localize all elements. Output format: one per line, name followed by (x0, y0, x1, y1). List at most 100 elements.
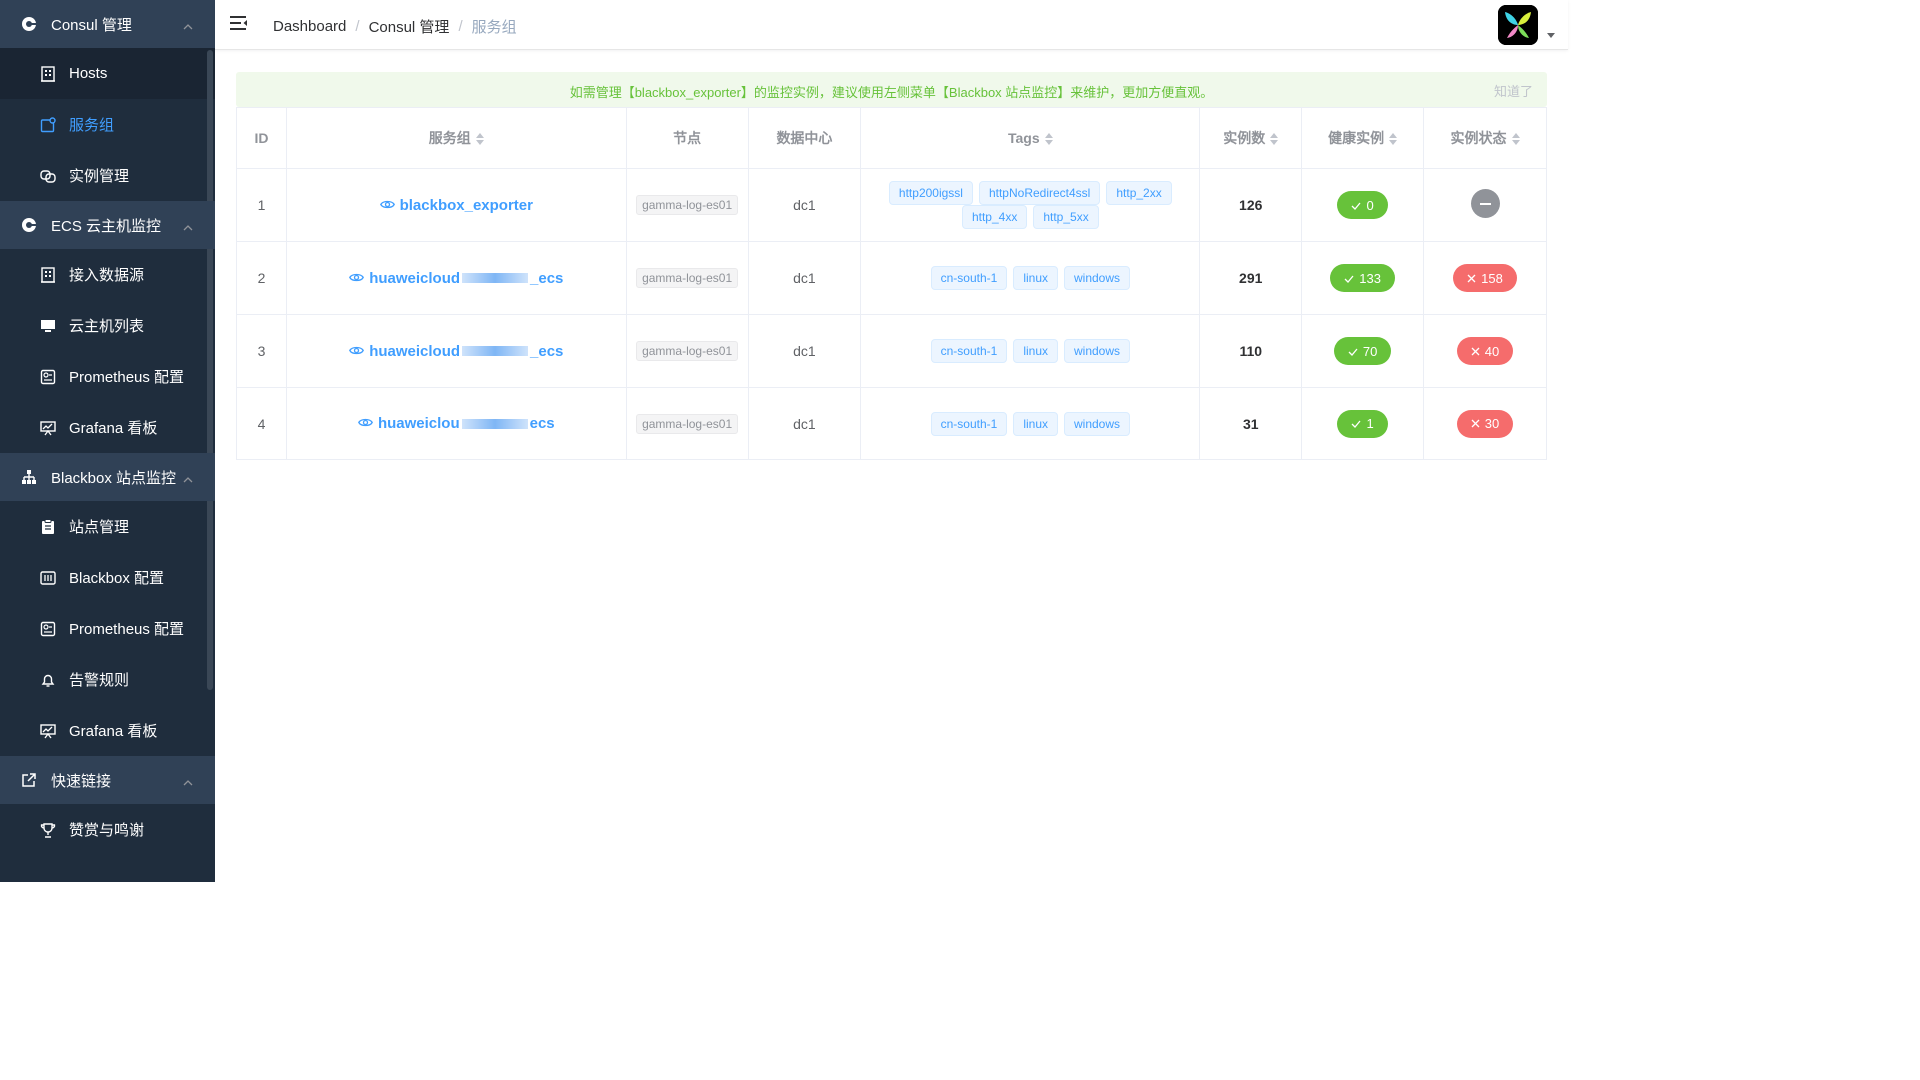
app-root: Consul 管理 Hosts 服务组实例管理 ECS 云主机监控接入数据源云主机列表… (0, 0, 1568, 882)
alert-message: 如需管理【blackbox_exporter】的监控实例，建议使用左侧菜单【Bl… (569, 85, 1214, 100)
sidebar-item-1-0[interactable]: 接入数据源 (0, 249, 215, 300)
column-header-tags[interactable]: Tags (860, 107, 1201, 169)
cell-healthy: 70 (1301, 314, 1425, 388)
sidebar-item-1-2[interactable]: Prometheus 配置 (0, 351, 215, 402)
cell-id: 4 (236, 387, 287, 460)
service-group-table: ID 服务组 节点 数据中心 Tags 实例数 健康实例 实例状态 1 black… (236, 107, 1547, 460)
healthy-count-badge: 0 (1337, 191, 1388, 219)
tag-chip: http200igssl (888, 181, 973, 205)
avatar-dropdown-caret-icon[interactable] (1547, 33, 1555, 38)
sidebar-item-label: 云主机列表 (69, 318, 145, 335)
chevron-up-icon[interactable] (183, 218, 193, 235)
sidebar-item-0-1[interactable]: 服务组 (0, 99, 215, 150)
hamburger-icon[interactable] (230, 15, 250, 35)
unhealthy-count-badge: 40 (1456, 337, 1514, 365)
service-group-icon (40, 116, 56, 133)
instance-count: 126 (1239, 197, 1263, 213)
sidebar-item-label: Hosts (69, 65, 108, 82)
cell-status: 158 (1423, 241, 1547, 315)
sidebar-group-0[interactable]: Consul 管理 (0, 0, 215, 48)
tags-list: cn-south-1 linux windows (861, 258, 1199, 298)
close-icon (1467, 271, 1476, 286)
service-name-prefix: huaweicloud (369, 269, 461, 287)
cell-instances: 110 (1199, 314, 1303, 388)
sidebar-group-1[interactable]: ECS 云主机监控 (0, 201, 215, 249)
sidebar-item-label: 服务组 (69, 117, 115, 134)
sort-icon[interactable] (475, 133, 484, 146)
cell-healthy: 1 (1301, 387, 1425, 460)
tag-chip: windows (1064, 266, 1131, 290)
config-icon (40, 621, 56, 637)
sidebar: Consul 管理 Hosts 服务组实例管理 ECS 云主机监控接入数据源云主机列表… (0, 0, 215, 882)
column-header-datacenter: 数据中心 (747, 107, 862, 169)
trophy-icon (40, 822, 56, 838)
service-name-suffix: _ecs (530, 269, 564, 287)
avatar[interactable] (1498, 5, 1538, 45)
tag-chip: httpNoRedirect4ssl (978, 181, 1101, 205)
service-group-link[interactable]: huaweiclou ecs (357, 415, 555, 432)
tag-chip: http_5xx (1033, 205, 1099, 229)
consul-icon (20, 15, 38, 33)
cell-tags: cn-south-1 linux windows (860, 387, 1201, 460)
cell-node: gamma-log-es01 (625, 241, 749, 315)
column-header-service[interactable]: 服务组 (285, 107, 627, 169)
cell-service: blackbox_exporter (285, 168, 627, 242)
redacted-region (462, 273, 529, 283)
table-row: 3 huaweicloud _ecs gamma-log-es01 dc1 cn-sout… (236, 314, 1547, 388)
check-icon (1351, 416, 1361, 431)
table-body: 1 blackbox_exporter gamma-log-es01 dc1 http2… (236, 168, 1547, 460)
breadcrumb-consul[interactable]: Consul 管理 (369, 16, 450, 37)
sidebar-item-1-1[interactable]: 云主机列表 (0, 300, 215, 351)
cell-id: 1 (236, 168, 287, 242)
column-header-healthy[interactable]: 健康实例 (1301, 107, 1425, 169)
sort-icon[interactable] (1044, 133, 1053, 146)
blackbox-config-icon (40, 570, 56, 586)
close-icon (1471, 416, 1480, 431)
cell-status: 30 (1423, 387, 1547, 460)
sidebar-group-title: ECS 云主机监控 (51, 217, 162, 235)
sidebar-item-2-3[interactable]: 告警规则 (0, 654, 215, 705)
sort-icon[interactable] (1270, 133, 1279, 146)
cell-instances: 291 (1199, 241, 1303, 315)
alert-dismiss-button[interactable]: 知道了 (1494, 81, 1533, 100)
eye-icon (349, 343, 365, 360)
cell-service: huaweiclou ecs (285, 387, 627, 460)
sort-icon[interactable] (1511, 133, 1520, 146)
cell-node: gamma-log-es01 (625, 387, 749, 460)
table-row: 2 huaweicloud _ecs gamma-log-es01 dc1 cn-sout… (236, 241, 1547, 315)
column-header-id: ID (236, 107, 287, 169)
service-group-link[interactable]: huaweicloud _ecs (349, 343, 563, 360)
column-header-status[interactable]: 实例状态 (1423, 107, 1547, 169)
chevron-up-icon[interactable] (183, 17, 193, 34)
sidebar-item-0-2[interactable]: 实例管理 (0, 150, 215, 201)
cell-datacenter: dc1 (747, 241, 862, 315)
sidebar-item-1-3[interactable]: Grafana 看板 (0, 402, 215, 453)
unhealthy-count-badge: 30 (1456, 409, 1514, 438)
sidebar-item-2-0[interactable]: 站点管理 (0, 501, 215, 552)
table-row: 1 blackbox_exporter gamma-log-es01 dc1 http2… (236, 168, 1547, 242)
sort-icon[interactable] (1389, 133, 1398, 146)
service-group-link[interactable]: huaweicloud _ecs (349, 270, 563, 287)
breadcrumb-dashboard[interactable]: Dashboard (273, 18, 346, 35)
chevron-up-icon[interactable] (183, 470, 193, 487)
tag-chip: cn-south-1 (930, 339, 1008, 363)
service-group-link[interactable]: blackbox_exporter (379, 197, 533, 214)
sidebar-group-3[interactable]: 快速链接 (0, 756, 215, 804)
sidebar-scrollbar[interactable] (207, 50, 213, 690)
cell-id: 2 (236, 241, 287, 315)
column-header-instances[interactable]: 实例数 (1199, 107, 1303, 169)
tags-list: http200igssl httpNoRedirect4ssl http_2xx ht… (861, 173, 1199, 237)
sidebar-item-2-1[interactable]: Blackbox 配置 (0, 552, 215, 603)
tag-chip: windows (1064, 411, 1131, 436)
node-tag: gamma-log-es01 (636, 195, 739, 215)
sidebar-item-0-0[interactable]: Hosts (0, 48, 215, 99)
sidebar-item-3-0[interactable]: 赞赏与鸣谢 (0, 804, 215, 855)
tag-chip: linux (1013, 266, 1058, 290)
chevron-up-icon[interactable] (183, 773, 193, 790)
service-name-prefix: huaweiclou (377, 415, 460, 432)
sidebar-item-2-2[interactable]: Prometheus 配置 (0, 603, 215, 654)
sidebar-item-2-4[interactable]: Grafana 看板 (0, 705, 215, 756)
healthy-count-badge: 70 (1333, 337, 1392, 365)
sidebar-group-2[interactable]: Blackbox 站点监控 (0, 453, 215, 501)
dashboard-board-icon (40, 420, 56, 436)
